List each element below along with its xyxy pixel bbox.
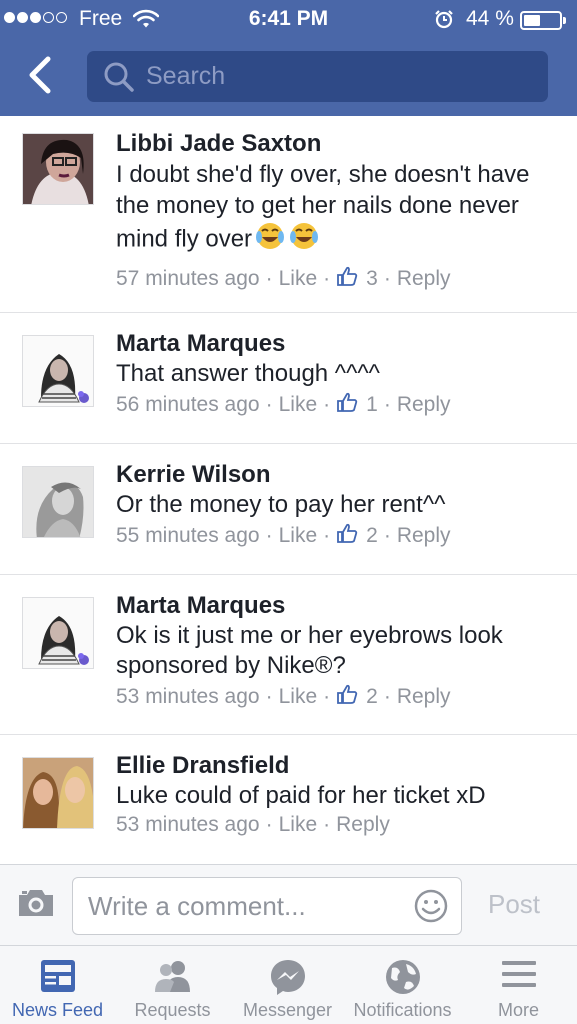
comment-list: Libbi Jade Saxton I doubt she'd fly over… <box>0 116 577 864</box>
thumbs-up-icon <box>336 391 358 419</box>
tab-label: Messenger <box>242 1000 333 1020</box>
back-button[interactable] <box>22 55 58 95</box>
commenter-name[interactable]: Ellie Dransfield <box>116 751 557 781</box>
comment-text: Or the money to pay her rent^^ <box>116 491 446 518</box>
comment-time: 53 minutes ago <box>116 685 260 708</box>
commenter-name[interactable]: Marta Marques <box>116 329 557 359</box>
search-icon <box>103 61 135 98</box>
comment-meta: 55 minutes ago · Like · 2 · Reply <box>116 522 557 550</box>
like-count: 2 <box>366 524 378 547</box>
comment-composer: Write a comment... Post <box>0 864 577 945</box>
like-count: 1 <box>366 393 378 416</box>
like-button[interactable]: Like <box>279 393 318 417</box>
tab-bar: News Feed Requests Messenger Notificatio… <box>0 945 577 1024</box>
comment-text: Ok is it just me or her eyebrows look sp… <box>116 622 503 679</box>
comment-meta: 53 minutes ago · Like · Reply <box>116 813 390 837</box>
alarm-icon <box>434 9 454 35</box>
status-bar: Free 6:41 PM 44 % <box>0 0 577 38</box>
thumbs-up-icon <box>336 683 358 711</box>
tab-requests[interactable]: Requests <box>115 946 230 1024</box>
chevron-left-icon <box>29 56 51 94</box>
like-count: 3 <box>366 267 378 290</box>
comment-input[interactable]: Write a comment... <box>72 877 462 935</box>
reply-button[interactable]: Reply <box>397 524 451 548</box>
emoji-icon[interactable] <box>413 888 449 929</box>
comment-time: 56 minutes ago <box>116 393 260 416</box>
laughing-crying-emoji-icon <box>256 221 320 259</box>
comment-meta: 56 minutes ago · Like · 1 · Reply <box>116 391 557 419</box>
comment-time: 53 minutes ago <box>116 813 260 836</box>
post-button[interactable]: Post <box>488 889 540 920</box>
tab-label: News Feed <box>11 1000 104 1020</box>
messenger-icon <box>269 958 307 1001</box>
like-button[interactable]: Like <box>279 685 318 709</box>
avatar[interactable] <box>22 335 94 407</box>
comment-item: Kerrie Wilson Or the money to pay her re… <box>0 444 577 575</box>
comment-time: 57 minutes ago <box>116 267 260 290</box>
like-button[interactable]: Like <box>279 267 318 291</box>
commenter-name[interactable]: Marta Marques <box>116 591 557 621</box>
comment-text: Luke could of paid for her ticket xD <box>116 782 486 809</box>
comment-body: Marta Marques That answer though ^^^^ 56… <box>116 329 557 419</box>
comment-item: Marta Marques Ok is it just me or her ey… <box>0 575 577 735</box>
commenter-name[interactable]: Kerrie Wilson <box>116 460 557 490</box>
avatar[interactable] <box>22 757 94 829</box>
thumbs-up-icon <box>336 265 358 293</box>
tab-label: Notifications <box>353 1000 452 1020</box>
battery-percent: 44 % <box>466 7 514 30</box>
comment-meta: 57 minutes ago · Like · 3 · Reply <box>116 265 557 293</box>
friends-icon <box>150 958 196 999</box>
like-button[interactable]: Like <box>279 524 318 548</box>
comment-text: I doubt she'd fly over, she doesn't have… <box>116 159 557 259</box>
comment-body: Libbi Jade Saxton I doubt she'd fly over… <box>116 129 557 293</box>
top-bar: Free 6:41 PM 44 % Search <box>0 0 577 116</box>
tab-label: More <box>497 1000 539 1020</box>
reply-button[interactable]: Reply <box>336 813 390 837</box>
battery-icon <box>520 11 566 30</box>
tab-more[interactable]: More <box>460 946 577 1024</box>
comment-body: Kerrie Wilson Or the money to pay her re… <box>116 460 557 550</box>
avatar[interactable] <box>22 466 94 538</box>
like-button[interactable]: Like <box>279 813 318 837</box>
comment-meta: 53 minutes ago · Like · 2 · Reply <box>116 683 557 711</box>
search-placeholder: Search <box>146 62 226 90</box>
tab-messenger[interactable]: Messenger <box>230 946 345 1024</box>
hamburger-icon <box>500 958 538 995</box>
tab-notifications[interactable]: Notifications <box>345 946 460 1024</box>
tab-label: Requests <box>134 1000 211 1020</box>
tab-news-feed[interactable]: News Feed <box>0 946 115 1024</box>
camera-icon[interactable] <box>16 887 56 924</box>
comment-time: 55 minutes ago <box>116 524 260 547</box>
comment-item: Libbi Jade Saxton I doubt she'd fly over… <box>0 116 577 313</box>
commenter-name[interactable]: Libbi Jade Saxton <box>116 129 557 159</box>
avatar[interactable] <box>22 597 94 669</box>
news-feed-icon <box>38 958 78 999</box>
search-input[interactable]: Search <box>87 51 548 102</box>
comment-item: Marta Marques That answer though ^^^^ 56… <box>0 313 577 444</box>
comment-body: Marta Marques Ok is it just me or her ey… <box>116 591 557 711</box>
reply-button[interactable]: Reply <box>397 393 451 417</box>
comment-body: Ellie Dransfield Luke could of paid for … <box>116 751 557 837</box>
comment-text-content: I doubt she'd fly over, she doesn't have… <box>116 161 530 253</box>
reply-button[interactable]: Reply <box>397 267 451 291</box>
comment-text: That answer though ^^^^ <box>116 360 380 387</box>
avatar[interactable] <box>22 133 94 205</box>
comment-item: Ellie Dransfield Luke could of paid for … <box>0 735 577 864</box>
globe-icon <box>384 958 422 1001</box>
reply-button[interactable]: Reply <box>397 685 451 709</box>
thumbs-up-icon <box>336 522 358 550</box>
comment-placeholder: Write a comment... <box>88 891 306 921</box>
like-count: 2 <box>366 685 378 708</box>
